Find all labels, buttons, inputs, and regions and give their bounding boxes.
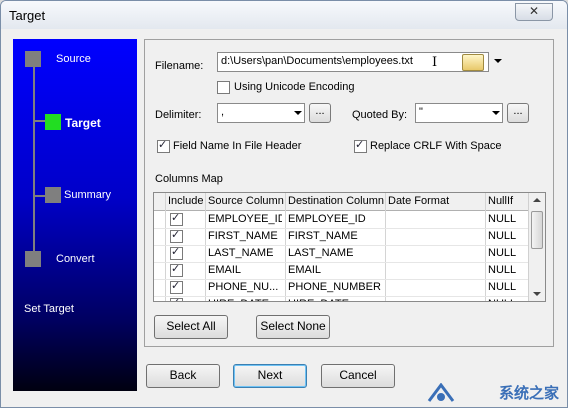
nav-footer-label: Set Target xyxy=(24,303,74,315)
grid-header-row: Include Source Column Destination Column… xyxy=(154,193,545,211)
close-button[interactable]: ✕ xyxy=(515,3,553,21)
folder-open-icon[interactable] xyxy=(462,54,484,71)
replace-crlf-checkbox[interactable] xyxy=(354,138,367,153)
filename-value: d:\Users\pan\Documents\employees.txt xyxy=(221,55,413,67)
delimiter-browse-button[interactable]: ... xyxy=(309,103,331,123)
select-none-button[interactable]: Select None xyxy=(256,315,330,339)
filename-label: Filename: xyxy=(155,60,204,72)
chevron-down-icon xyxy=(494,59,502,63)
destination-column-cell[interactable]: FIRST_NAME xyxy=(288,230,382,242)
table-row[interactable]: PHONE_NU... PHONE_NUMBER NULL xyxy=(154,279,529,297)
scroll-down-icon[interactable] xyxy=(533,292,541,296)
destination-column-cell[interactable]: HIRE_DATE xyxy=(288,298,382,301)
include-checkbox[interactable] xyxy=(170,279,183,294)
watermark-logo-icon xyxy=(427,383,455,402)
nav-step-convert-marker xyxy=(25,251,41,267)
table-row[interactable]: HIRE_DATE HIRE_DATE NULL xyxy=(154,296,529,301)
close-icon: ✕ xyxy=(528,4,540,18)
include-checkbox[interactable] xyxy=(170,262,183,277)
field-name-header-checkbox[interactable] xyxy=(157,138,170,153)
source-column-cell[interactable]: HIRE_DATE xyxy=(208,298,282,301)
next-button[interactable]: Next xyxy=(233,364,307,388)
nullif-cell[interactable]: NULL xyxy=(488,298,528,301)
replace-crlf-label: Replace CRLF With Space xyxy=(370,140,502,152)
nav-step-summary[interactable]: Summary xyxy=(64,189,111,201)
scroll-thumb[interactable] xyxy=(531,211,543,249)
chevron-down-icon xyxy=(492,111,500,115)
destination-column-cell[interactable]: PHONE_NUMBER xyxy=(288,281,382,293)
wizard-nav: Source Target Summary Convert Set Target xyxy=(13,39,137,391)
grid-header-nullif[interactable]: NullIf xyxy=(488,195,513,207)
quoted-by-combo[interactable]: " xyxy=(415,103,503,123)
destination-column-cell[interactable]: EMAIL xyxy=(288,264,382,276)
delimiter-combo[interactable]: , xyxy=(217,103,305,123)
source-column-cell[interactable]: PHONE_NU... xyxy=(208,281,282,293)
delimiter-value: , xyxy=(221,106,225,118)
scroll-up-icon[interactable] xyxy=(533,198,541,202)
nav-step-summary-marker xyxy=(45,187,61,203)
nav-step-source-marker xyxy=(25,51,41,67)
destination-column-cell[interactable]: LAST_NAME xyxy=(288,247,382,259)
include-checkbox[interactable] xyxy=(170,228,183,243)
table-row[interactable]: LAST_NAME LAST_NAME NULL xyxy=(154,245,529,263)
back-button[interactable]: Back xyxy=(146,364,220,388)
include-checkbox[interactable] xyxy=(170,245,183,260)
unicode-encoding-label: Using Unicode Encoding xyxy=(234,81,355,93)
table-row[interactable]: FIRST_NAME FIRST_NAME NULL xyxy=(154,228,529,246)
chevron-down-icon xyxy=(294,111,302,115)
nav-connector-line xyxy=(33,65,35,267)
include-checkbox[interactable] xyxy=(170,211,183,226)
destination-column-cell[interactable]: EMPLOYEE_ID xyxy=(288,213,382,225)
nullif-cell[interactable]: NULL xyxy=(488,230,528,242)
quoted-by-value: " xyxy=(419,106,423,118)
target-dialog: Target ✕ Source Target Summary Convert S… xyxy=(0,0,568,408)
quoted-by-browse-button[interactable]: ... xyxy=(507,103,529,123)
filename-input[interactable]: d:\Users\pan\Documents\employees.txt I xyxy=(217,52,489,72)
delimiter-label: Delimiter: xyxy=(155,109,202,121)
table-row[interactable]: EMPLOYEE_ID EMPLOYEE_ID NULL xyxy=(154,211,529,229)
include-checkbox[interactable] xyxy=(170,296,183,301)
source-column-cell[interactable]: LAST_NAME xyxy=(208,247,282,259)
watermark-text: 系统之家 xyxy=(498,385,559,402)
columns-map-grid[interactable]: Include Source Column Destination Column… xyxy=(153,192,546,302)
nullif-cell[interactable]: NULL xyxy=(488,281,528,293)
grid-vertical-scrollbar[interactable] xyxy=(528,193,545,301)
cancel-button[interactable]: Cancel xyxy=(321,364,395,388)
grid-header-source[interactable]: Source Column xyxy=(208,195,284,207)
nav-step-target[interactable]: Target xyxy=(65,116,101,130)
nav-connector-branch xyxy=(33,195,45,197)
columns-map-label: Columns Map xyxy=(155,173,223,185)
dialog-content: Source Target Summary Convert Set Target… xyxy=(1,29,567,407)
text-cursor-icon: I xyxy=(432,55,438,70)
source-column-cell[interactable]: EMAIL xyxy=(208,264,282,276)
nullif-cell[interactable]: NULL xyxy=(488,264,528,276)
filename-dropdown-button[interactable] xyxy=(490,52,506,70)
source-column-cell[interactable]: FIRST_NAME xyxy=(208,230,282,242)
table-row[interactable]: EMAIL EMAIL NULL xyxy=(154,262,529,280)
nullif-cell[interactable]: NULL xyxy=(488,247,528,259)
nullif-cell[interactable]: NULL xyxy=(488,213,528,225)
nav-step-convert[interactable]: Convert xyxy=(56,253,95,265)
grid-header-destination[interactable]: Destination Column xyxy=(288,195,384,207)
source-column-cell[interactable]: EMPLOYEE_ID xyxy=(208,213,282,225)
title-bar: Target ✕ xyxy=(1,1,567,29)
target-settings-panel: Filename: d:\Users\pan\Documents\employe… xyxy=(144,39,554,347)
nav-connector-branch xyxy=(33,120,45,122)
field-name-header-label: Field Name In File Header xyxy=(173,140,302,152)
unicode-encoding-checkbox[interactable] xyxy=(217,81,230,94)
nav-step-source[interactable]: Source xyxy=(56,53,91,65)
quoted-by-label: Quoted By: xyxy=(352,109,408,121)
grid-header-include[interactable]: Include xyxy=(168,195,203,207)
select-all-button[interactable]: Select All xyxy=(154,315,228,339)
nav-step-target-marker xyxy=(45,114,61,130)
grid-header-date-format[interactable]: Date Format xyxy=(388,195,449,207)
window-title: Target xyxy=(9,8,46,23)
